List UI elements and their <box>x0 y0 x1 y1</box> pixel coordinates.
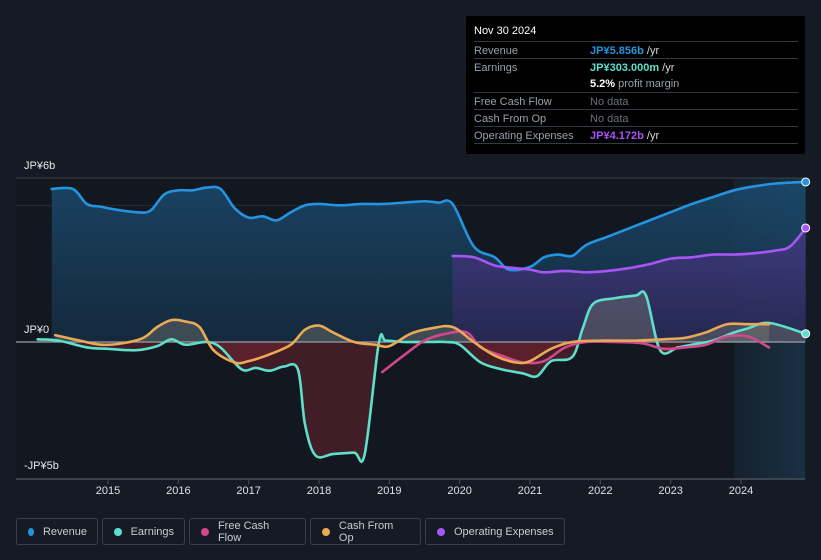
tooltip-row-value: JP¥303.000m <box>590 62 660 74</box>
tooltip-row: Operating Expenses JP¥4.172b /yr <box>474 126 798 144</box>
x-tick-label: 2024 <box>728 485 754 497</box>
legend-dot-icon <box>437 527 445 536</box>
legend-dot-icon <box>322 527 330 536</box>
legend-item-operating-expenses[interactable]: Operating Expenses <box>425 518 565 545</box>
x-tick-label: 2019 <box>377 485 402 497</box>
tooltip-panel: Nov 30 2024 Revenue JP¥5.856b /yr Earnings… <box>466 16 805 154</box>
tooltip-divider <box>474 143 798 144</box>
end-marker-earnings <box>801 329 811 339</box>
x-tick-label: 2017 <box>236 485 261 497</box>
legend-label: Free Cash Flow <box>217 519 270 544</box>
tooltip-row: Revenue JP¥5.856b /yr <box>474 41 798 59</box>
tooltip-row-label: Free Cash Flow <box>474 96 552 108</box>
y-tick-label-bottom: -JP¥5b <box>24 460 59 472</box>
x-tick-label: 2021 <box>517 485 543 497</box>
end-marker-operating-expenses <box>801 223 811 233</box>
tooltip-row-value-wrap: No data <box>590 113 629 125</box>
y-tick-label-zero: JP¥0 <box>24 324 50 336</box>
tooltip-row-suffix: profit margin <box>615 78 680 90</box>
tooltip-row-value-wrap: JP¥5.856b /yr <box>590 45 659 57</box>
tooltip-row-value-wrap: No data <box>590 96 629 108</box>
tooltip-row: Free Cash Flow No data <box>474 92 798 110</box>
tooltip-row-suffix: /yr <box>659 62 675 74</box>
x-tick-label: 2018 <box>306 485 332 497</box>
x-tick-label: 2023 <box>658 485 683 497</box>
legend-label: Operating Expenses <box>454 525 554 538</box>
tooltip-row-value-wrap: 5.2% profit margin <box>590 78 679 90</box>
y-tick-label-top: JP¥6b <box>24 160 56 172</box>
legend-item-earnings[interactable]: Earnings <box>102 518 185 545</box>
end-marker-revenue <box>801 177 811 187</box>
legend-label: Earnings <box>130 525 174 538</box>
tooltip-row: Earnings JP¥303.000m /yr <box>474 58 798 76</box>
legend-dot-icon <box>28 527 34 536</box>
tooltip-row-label: Operating Expenses <box>474 130 574 142</box>
tooltip-row-value-wrap: JP¥303.000m /yr <box>590 62 674 74</box>
legend-item-free-cash-flow[interactable]: Free Cash Flow <box>189 518 306 545</box>
tooltip-row-label: Cash From Op <box>474 113 547 125</box>
tooltip-row-label: Revenue <box>474 45 519 57</box>
tooltip-row: 5.2% profit margin <box>474 75 798 92</box>
tooltip-row-value: No data <box>590 113 629 125</box>
tooltip-row-value: No data <box>590 96 629 108</box>
tooltip-row-suffix: /yr <box>643 45 660 57</box>
legend-dot-icon <box>114 527 122 536</box>
legend-item-revenue[interactable]: Revenue <box>16 518 98 545</box>
tooltip-row-label: Earnings <box>474 62 518 74</box>
legend-label: Revenue <box>42 525 87 538</box>
x-tick-label: 2016 <box>166 485 191 497</box>
x-tick-label: 2020 <box>447 485 472 497</box>
tooltip-row-value-wrap: JP¥4.172b /yr <box>590 130 659 142</box>
legend-dot-icon <box>201 527 209 536</box>
x-tick-label: 2022 <box>588 485 613 497</box>
x-tick-label: 2015 <box>95 485 121 497</box>
tooltip-row-value: JP¥4.172b <box>590 130 644 142</box>
tooltip-row: Cash From Op No data <box>474 109 798 127</box>
tooltip-row-value: JP¥5.856b <box>590 45 644 57</box>
tooltip-row-suffix: /yr <box>643 130 660 142</box>
legend-label: Cash From Op <box>338 519 394 544</box>
tooltip-date: Nov 30 2024 <box>474 25 537 37</box>
tooltip-row-value: 5.2% <box>590 78 616 90</box>
legend-item-cash-from-op[interactable]: Cash From Op <box>310 518 421 545</box>
